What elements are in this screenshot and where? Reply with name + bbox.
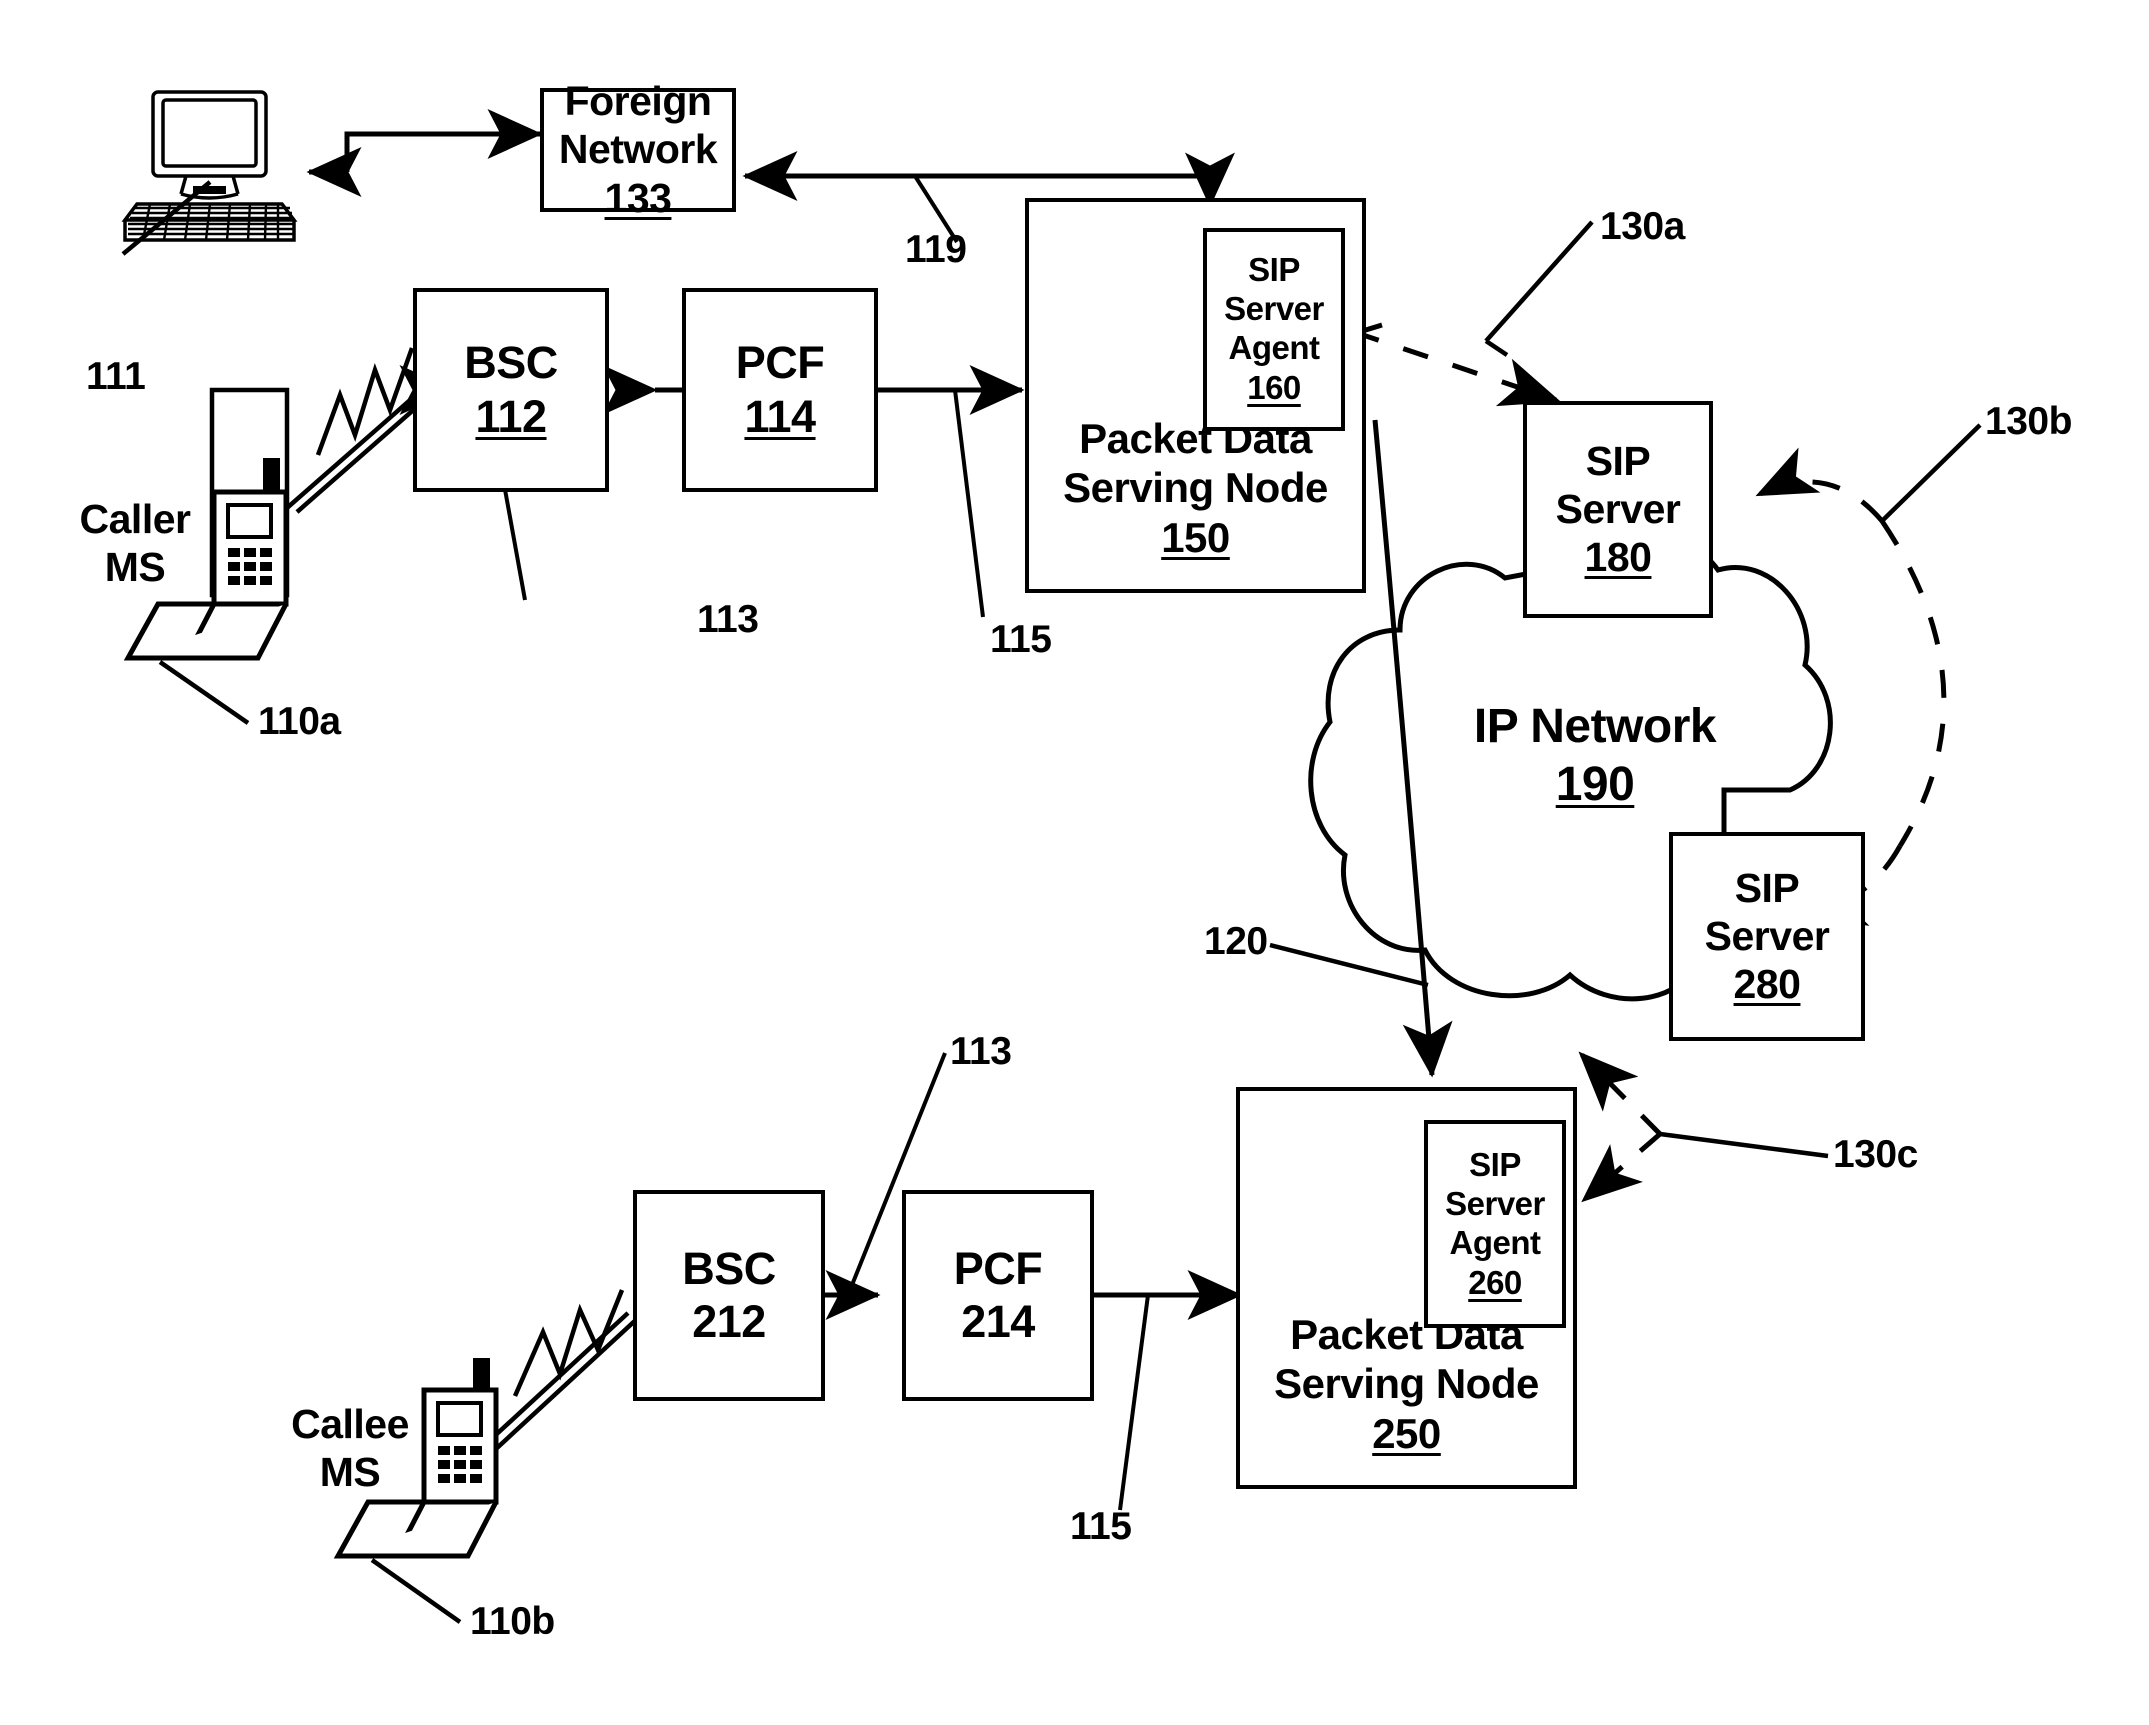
cloud-title: IP Network bbox=[1473, 700, 1717, 753]
ref-label-130a: 130a bbox=[1600, 205, 1685, 248]
link-130a bbox=[1353, 322, 1561, 407]
node-title: PCF bbox=[953, 1242, 1043, 1294]
label-caller-ms: Caller MS bbox=[79, 496, 191, 591]
node-bsc-caller[interactable]: BSC 112 bbox=[413, 288, 609, 492]
label-callee-ms: Callee MS bbox=[291, 1401, 409, 1496]
node-sip-server-180[interactable]: SIP Server 180 bbox=[1523, 401, 1713, 618]
ref-label-113-bottom: 113 bbox=[950, 1030, 1012, 1073]
node-number: 114 bbox=[744, 390, 816, 442]
leader-130c bbox=[1659, 1131, 1829, 1159]
leader-110b bbox=[370, 1558, 462, 1624]
node-pcf-callee[interactable]: PCF 214 bbox=[902, 1190, 1094, 1401]
link-130c bbox=[1578, 1051, 1662, 1203]
node-title: SIP Server bbox=[1704, 864, 1830, 959]
node-number: 150 bbox=[1161, 513, 1230, 561]
node-number: 280 bbox=[1733, 961, 1801, 1008]
radio-link-caller bbox=[285, 347, 429, 514]
node-title: PCF bbox=[735, 337, 825, 389]
leader-115-bottom bbox=[1118, 1294, 1150, 1511]
ref-label-113-top: 113 bbox=[697, 598, 759, 641]
node-number: 160 bbox=[1247, 369, 1301, 407]
node-title: SIP Server Agent bbox=[1224, 251, 1324, 367]
node-title: Foreign Network bbox=[558, 78, 718, 173]
node-title: BSC bbox=[464, 337, 558, 389]
node-sip-server-280[interactable]: SIP Server 280 bbox=[1669, 832, 1865, 1041]
ref-label-110a: 110a bbox=[258, 700, 341, 743]
node-bsc-callee[interactable]: BSC 212 bbox=[633, 1190, 825, 1401]
patent-figure-canvas: Foreign Network 133 BSC 112 PCF 114 Pack… bbox=[0, 0, 2149, 1725]
ref-label-120: 120 bbox=[1204, 920, 1268, 963]
node-number: 250 bbox=[1372, 1409, 1441, 1457]
node-sip-server-agent-callee[interactable]: SIP Server Agent 260 bbox=[1424, 1120, 1566, 1328]
ref-label-115-top: 115 bbox=[990, 618, 1052, 661]
node-pcf-caller[interactable]: PCF 114 bbox=[682, 288, 878, 492]
node-title: SIP Server Agent bbox=[1445, 1145, 1545, 1261]
cloud-number: 190 bbox=[1555, 757, 1635, 811]
ref-label-115-bottom: 115 bbox=[1070, 1505, 1132, 1548]
node-number: 214 bbox=[961, 1296, 1035, 1348]
node-number: 133 bbox=[604, 174, 672, 221]
ref-label-130c: 130c bbox=[1833, 1133, 1918, 1176]
node-title: BSC bbox=[682, 1242, 776, 1294]
node-number: 180 bbox=[1584, 534, 1652, 581]
ref-label-110b: 110b bbox=[470, 1600, 555, 1643]
node-number: 260 bbox=[1468, 1263, 1522, 1301]
leader-130a bbox=[1484, 220, 1594, 343]
leader-130a-tick bbox=[1484, 339, 1509, 357]
leader-115-top bbox=[953, 389, 985, 618]
node-title: SIP Server bbox=[1555, 437, 1681, 532]
ref-label-130b: 130b bbox=[1985, 400, 2072, 443]
workstation-icon bbox=[121, 90, 298, 242]
leader-130b bbox=[1880, 423, 1982, 523]
node-number: 112 bbox=[475, 390, 547, 442]
link-fn-in bbox=[344, 109, 543, 172]
label-ip-network: IP Network 190 bbox=[1440, 698, 1750, 813]
node-foreign-network[interactable]: Foreign Network 133 bbox=[540, 78, 736, 221]
ref-label-111: 111 bbox=[86, 355, 146, 398]
ref-label-119: 119 bbox=[905, 228, 967, 271]
node-number: 212 bbox=[692, 1296, 766, 1348]
radio-link-callee bbox=[485, 1289, 640, 1450]
leader-110a bbox=[158, 660, 250, 725]
node-sip-server-agent-caller[interactable]: SIP Server Agent 160 bbox=[1203, 228, 1345, 431]
